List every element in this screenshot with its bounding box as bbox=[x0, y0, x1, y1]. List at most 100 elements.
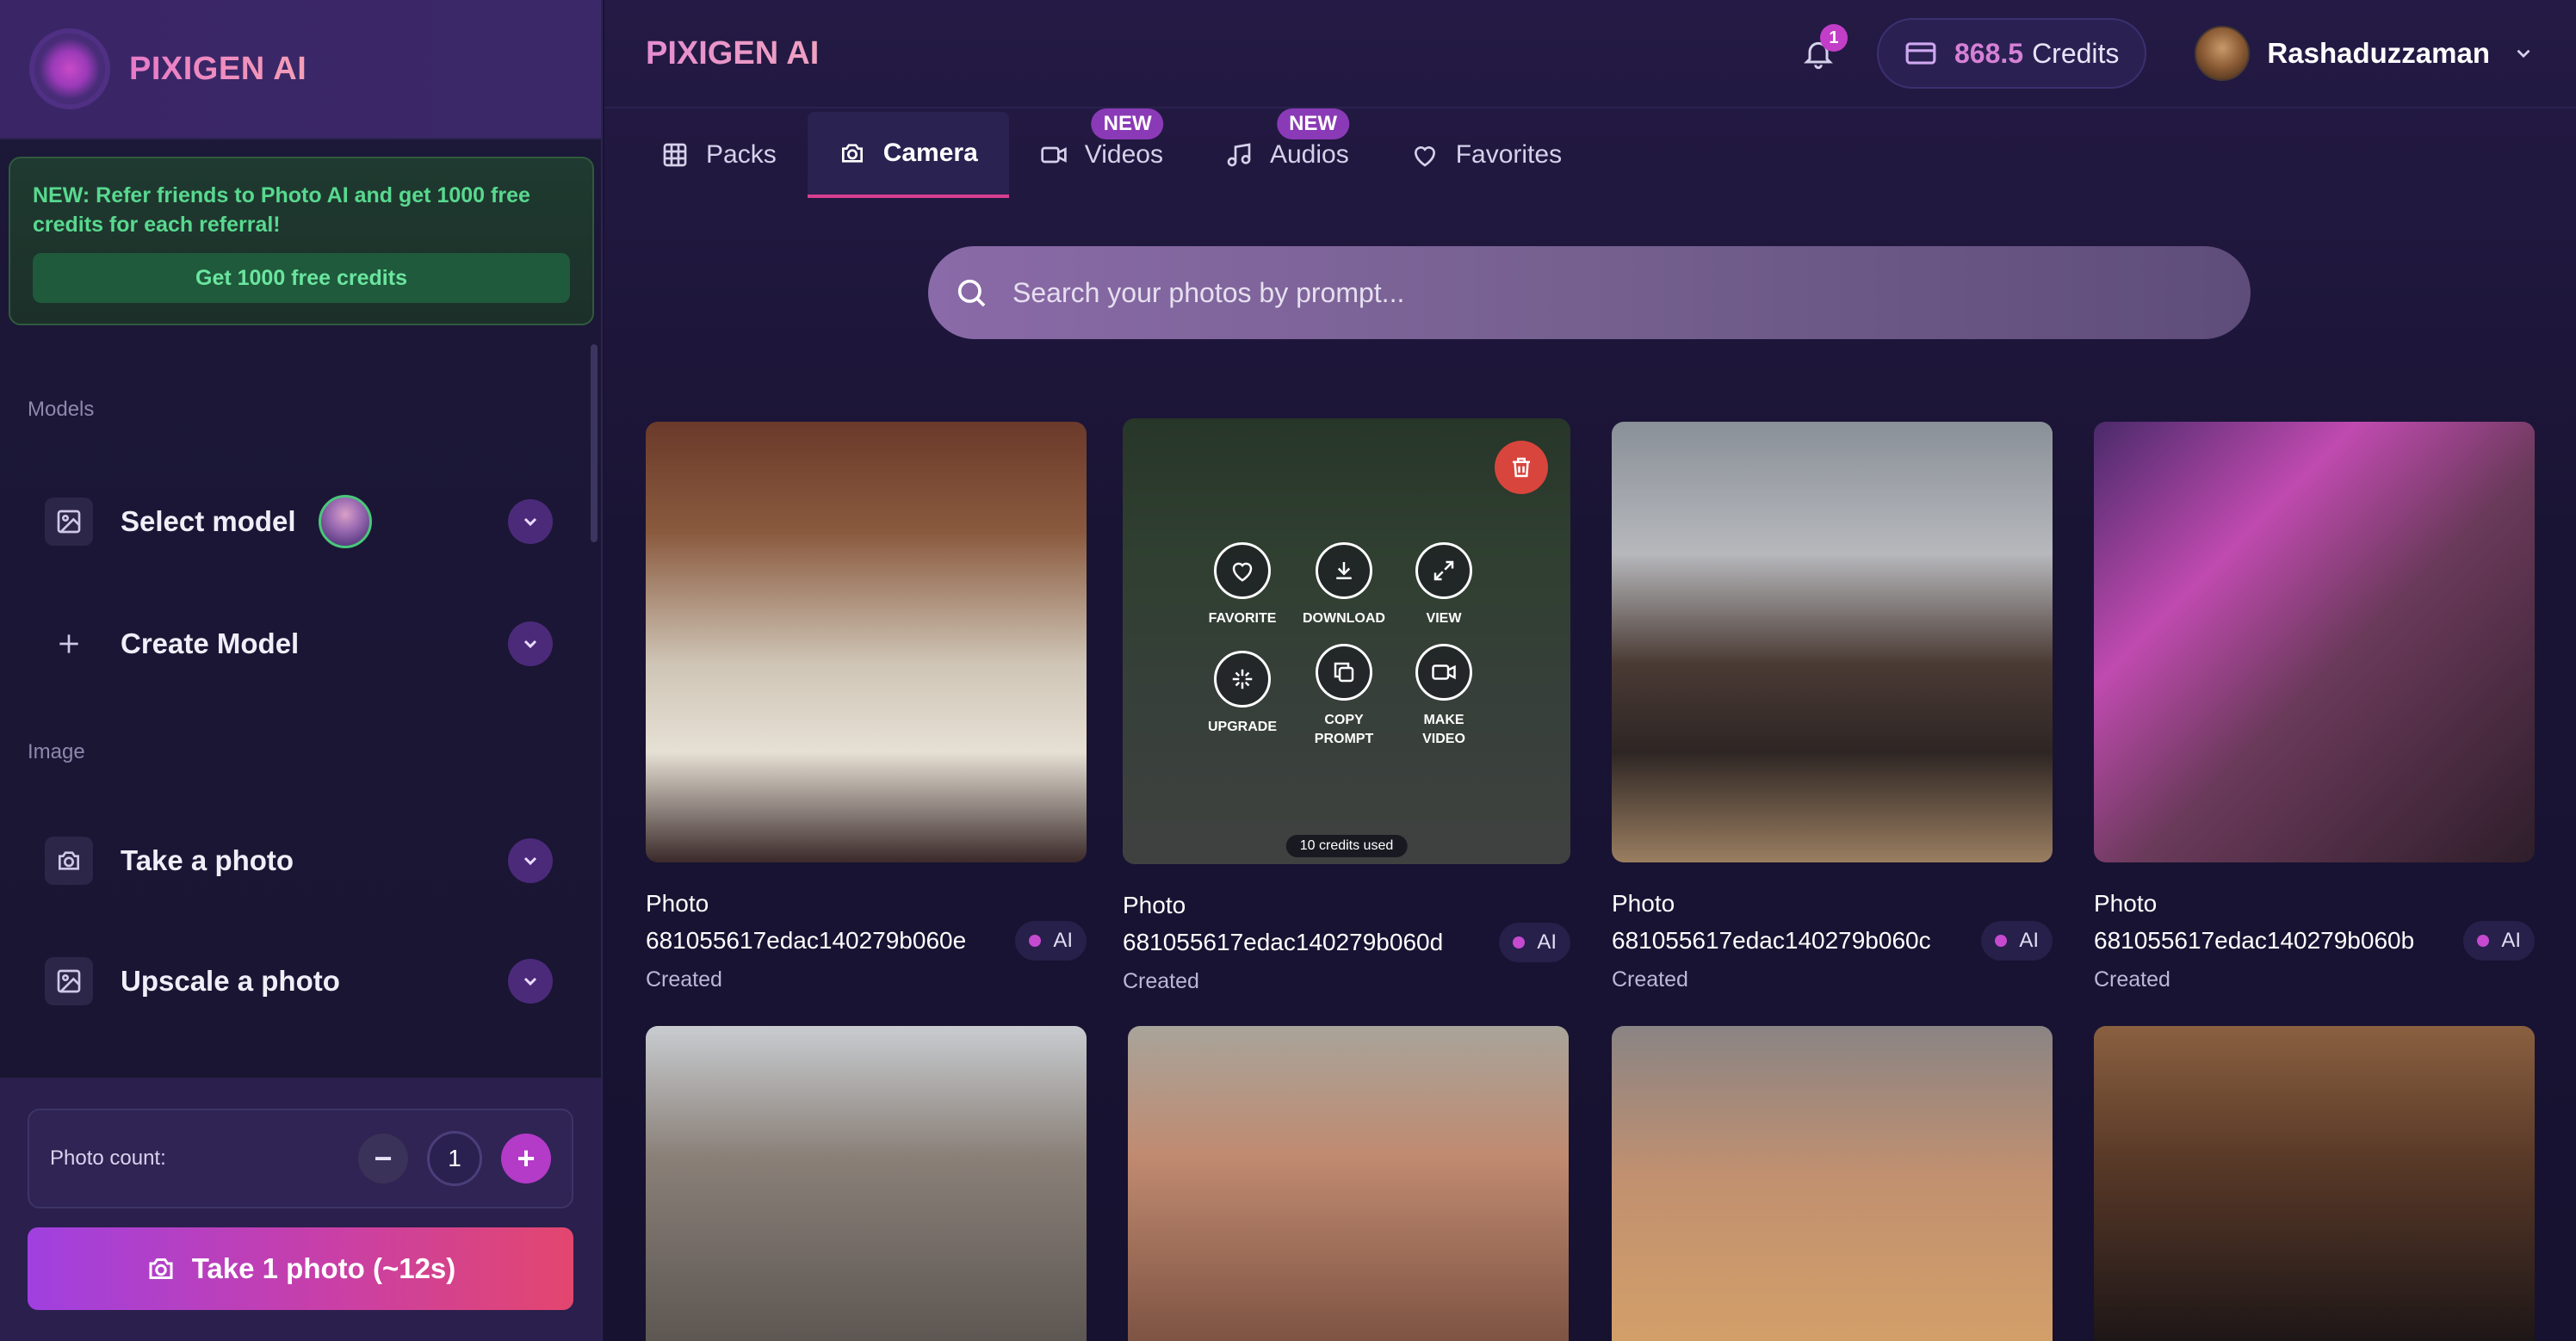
video-icon bbox=[1415, 644, 1472, 701]
photo-card[interactable]: FAVORITE DOWNLOAD VIEW UPGRADE COPY PROM… bbox=[1123, 418, 1570, 994]
tab-videos[interactable]: Videos NEW bbox=[1009, 108, 1194, 198]
trash-icon bbox=[1513, 457, 1530, 478]
top-right-controls: 1 868.5 Credits Rashaduzzaman bbox=[1794, 18, 2535, 89]
user-menu[interactable]: Rashaduzzaman bbox=[2195, 26, 2535, 81]
photo-count-box: Photo count: − 1 + bbox=[28, 1109, 573, 1208]
upgrade-button[interactable]: UPGRADE bbox=[1186, 651, 1298, 737]
new-badge: NEW bbox=[1277, 108, 1350, 139]
photo-thumbnail[interactable] bbox=[646, 422, 1087, 862]
tab-label: Packs bbox=[706, 140, 777, 169]
create-model-row[interactable]: Create Model bbox=[45, 618, 553, 670]
get-free-credits-button[interactable]: Get 1000 free credits bbox=[33, 253, 570, 303]
referral-banner: NEW: Refer friends to Photo AI and get 1… bbox=[9, 157, 594, 325]
photo-card[interactable]: Photo 681055617edac140279b060e AI Create… bbox=[646, 422, 1087, 992]
model-avatar bbox=[318, 495, 372, 548]
chevron-down-icon[interactable] bbox=[508, 838, 553, 883]
upscale-photo-label: Upscale a photo bbox=[121, 965, 340, 997]
photo-thumbnail[interactable]: FAVORITE DOWNLOAD VIEW UPGRADE COPY PROM… bbox=[1123, 418, 1570, 864]
credits-pill[interactable]: 868.5 Credits bbox=[1876, 18, 2147, 89]
image-icon bbox=[45, 957, 93, 1005]
tab-camera[interactable]: Camera bbox=[807, 112, 1009, 198]
photo-meta: 681055617edac140279b060d AI bbox=[1123, 923, 1570, 962]
music-icon bbox=[1227, 143, 1251, 167]
logo-text: PIXIGEN AI bbox=[129, 50, 307, 87]
increment-button[interactable]: + bbox=[501, 1134, 551, 1183]
photo-card[interactable] bbox=[646, 1026, 1087, 1341]
notifications-button[interactable]: 1 bbox=[1794, 24, 1848, 77]
view-button[interactable]: VIEW bbox=[1388, 542, 1500, 628]
grid-icon bbox=[663, 143, 687, 167]
photo-count-value[interactable]: 1 bbox=[427, 1131, 482, 1186]
video-icon bbox=[1041, 146, 1067, 164]
search-input[interactable] bbox=[1012, 276, 2251, 309]
photo-count-label: Photo count: bbox=[50, 1146, 166, 1170]
ai-dot-icon bbox=[1029, 935, 1042, 947]
photo-thumbnail[interactable] bbox=[646, 1026, 1087, 1341]
photo-card[interactable] bbox=[1612, 1026, 2053, 1341]
chevron-down-icon[interactable] bbox=[508, 959, 553, 1004]
photo-id: 681055617edac140279b060d bbox=[1123, 929, 1444, 955]
take-photo-row[interactable]: Take a photo bbox=[45, 835, 553, 887]
photo-card[interactable]: Photo 681055617edac140279b060c AI Create… bbox=[1612, 422, 2053, 992]
main-content: PIXIGEN AI 1 868.5 Credits Rashaduzzaman… bbox=[604, 0, 2576, 1341]
photo-title: Photo bbox=[646, 890, 709, 917]
photo-meta: 681055617edac140279b060b AI bbox=[2094, 921, 2535, 961]
photo-status: Created bbox=[2094, 967, 2170, 992]
favorite-button[interactable]: FAVORITE bbox=[1186, 542, 1298, 628]
make-video-button[interactable]: MAKE VIDEO bbox=[1388, 644, 1500, 749]
take-photo-button[interactable]: Take 1 photo (~12s) bbox=[28, 1227, 573, 1310]
sidebar-scrollbar[interactable] bbox=[591, 344, 598, 542]
ai-badge-label: AI bbox=[1053, 929, 1073, 952]
delete-button[interactable] bbox=[1495, 441, 1548, 494]
photo-id: 681055617edac140279b060b bbox=[2094, 927, 2415, 954]
decrement-button[interactable]: − bbox=[358, 1134, 408, 1183]
chevron-down-icon[interactable] bbox=[508, 499, 553, 544]
photo-card[interactable] bbox=[1128, 1026, 1569, 1341]
photo-id: 681055617edac140279b060e bbox=[646, 927, 967, 954]
photo-title: Photo bbox=[1612, 890, 1675, 917]
photo-card[interactable] bbox=[2094, 1026, 2535, 1341]
ai-badge-label: AI bbox=[2501, 929, 2521, 952]
credits-label: Credits bbox=[2032, 37, 2120, 69]
camera-icon bbox=[149, 1258, 173, 1279]
ai-badge: AI bbox=[1981, 921, 2053, 961]
copy-prompt-button[interactable]: COPY PROMPT bbox=[1288, 644, 1400, 749]
tab-bar: Packs Camera Videos NEW Audios NEW Favor… bbox=[630, 108, 1593, 198]
tab-packs[interactable]: Packs bbox=[630, 112, 808, 198]
image-section-label: Image bbox=[28, 740, 85, 763]
top-bar: PIXIGEN AI 1 868.5 Credits Rashaduzzaman bbox=[604, 0, 2576, 108]
photo-thumbnail[interactable] bbox=[1612, 422, 2053, 862]
tab-favorites[interactable]: Favorites bbox=[1380, 112, 1593, 198]
view-label: VIEW bbox=[1426, 611, 1462, 626]
credits-used-badge: 10 credits used bbox=[1285, 835, 1408, 857]
photo-id: 681055617edac140279b060c bbox=[1612, 927, 1931, 954]
avatar bbox=[2195, 26, 2251, 81]
photo-thumbnail[interactable] bbox=[1128, 1026, 1569, 1341]
make-label: MAKE bbox=[1423, 713, 1464, 727]
ai-dot-icon bbox=[1513, 936, 1526, 949]
copy-label: COPY bbox=[1324, 713, 1364, 727]
credits-value: 868.5 bbox=[1954, 37, 2024, 69]
sidebar-footer: Photo count: − 1 + Take 1 photo (~12s) bbox=[0, 1078, 601, 1341]
take-photo-button-label: Take 1 photo (~12s) bbox=[191, 1252, 456, 1284]
user-name: Rashaduzzaman bbox=[2267, 37, 2490, 69]
photo-thumbnail[interactable] bbox=[1612, 1026, 2053, 1341]
upscale-photo-row[interactable]: Upscale a photo bbox=[45, 955, 553, 1007]
camera-icon bbox=[45, 837, 93, 885]
select-model-row[interactable]: Select model bbox=[45, 495, 553, 548]
tab-label: Camera bbox=[882, 139, 978, 167]
download-button[interactable]: DOWNLOAD bbox=[1288, 542, 1400, 628]
photo-thumbnail[interactable] bbox=[2094, 1026, 2535, 1341]
tab-audios[interactable]: Audios NEW bbox=[1194, 108, 1380, 198]
ai-dot-icon bbox=[2477, 935, 2490, 947]
ai-badge: AI bbox=[1015, 921, 1087, 961]
take-photo-label: Take a photo bbox=[121, 844, 294, 876]
photo-thumbnail[interactable] bbox=[2094, 422, 2535, 862]
logo-icon bbox=[34, 34, 105, 104]
select-model-label: Select model bbox=[121, 505, 296, 537]
favorite-label: FAVORITE bbox=[1208, 611, 1277, 626]
search-icon bbox=[957, 279, 986, 307]
prompt-label: PROMPT bbox=[1314, 732, 1374, 746]
photo-card[interactable]: Photo 681055617edac140279b060b AI Create… bbox=[2094, 422, 2535, 992]
chevron-down-icon[interactable] bbox=[508, 621, 553, 666]
